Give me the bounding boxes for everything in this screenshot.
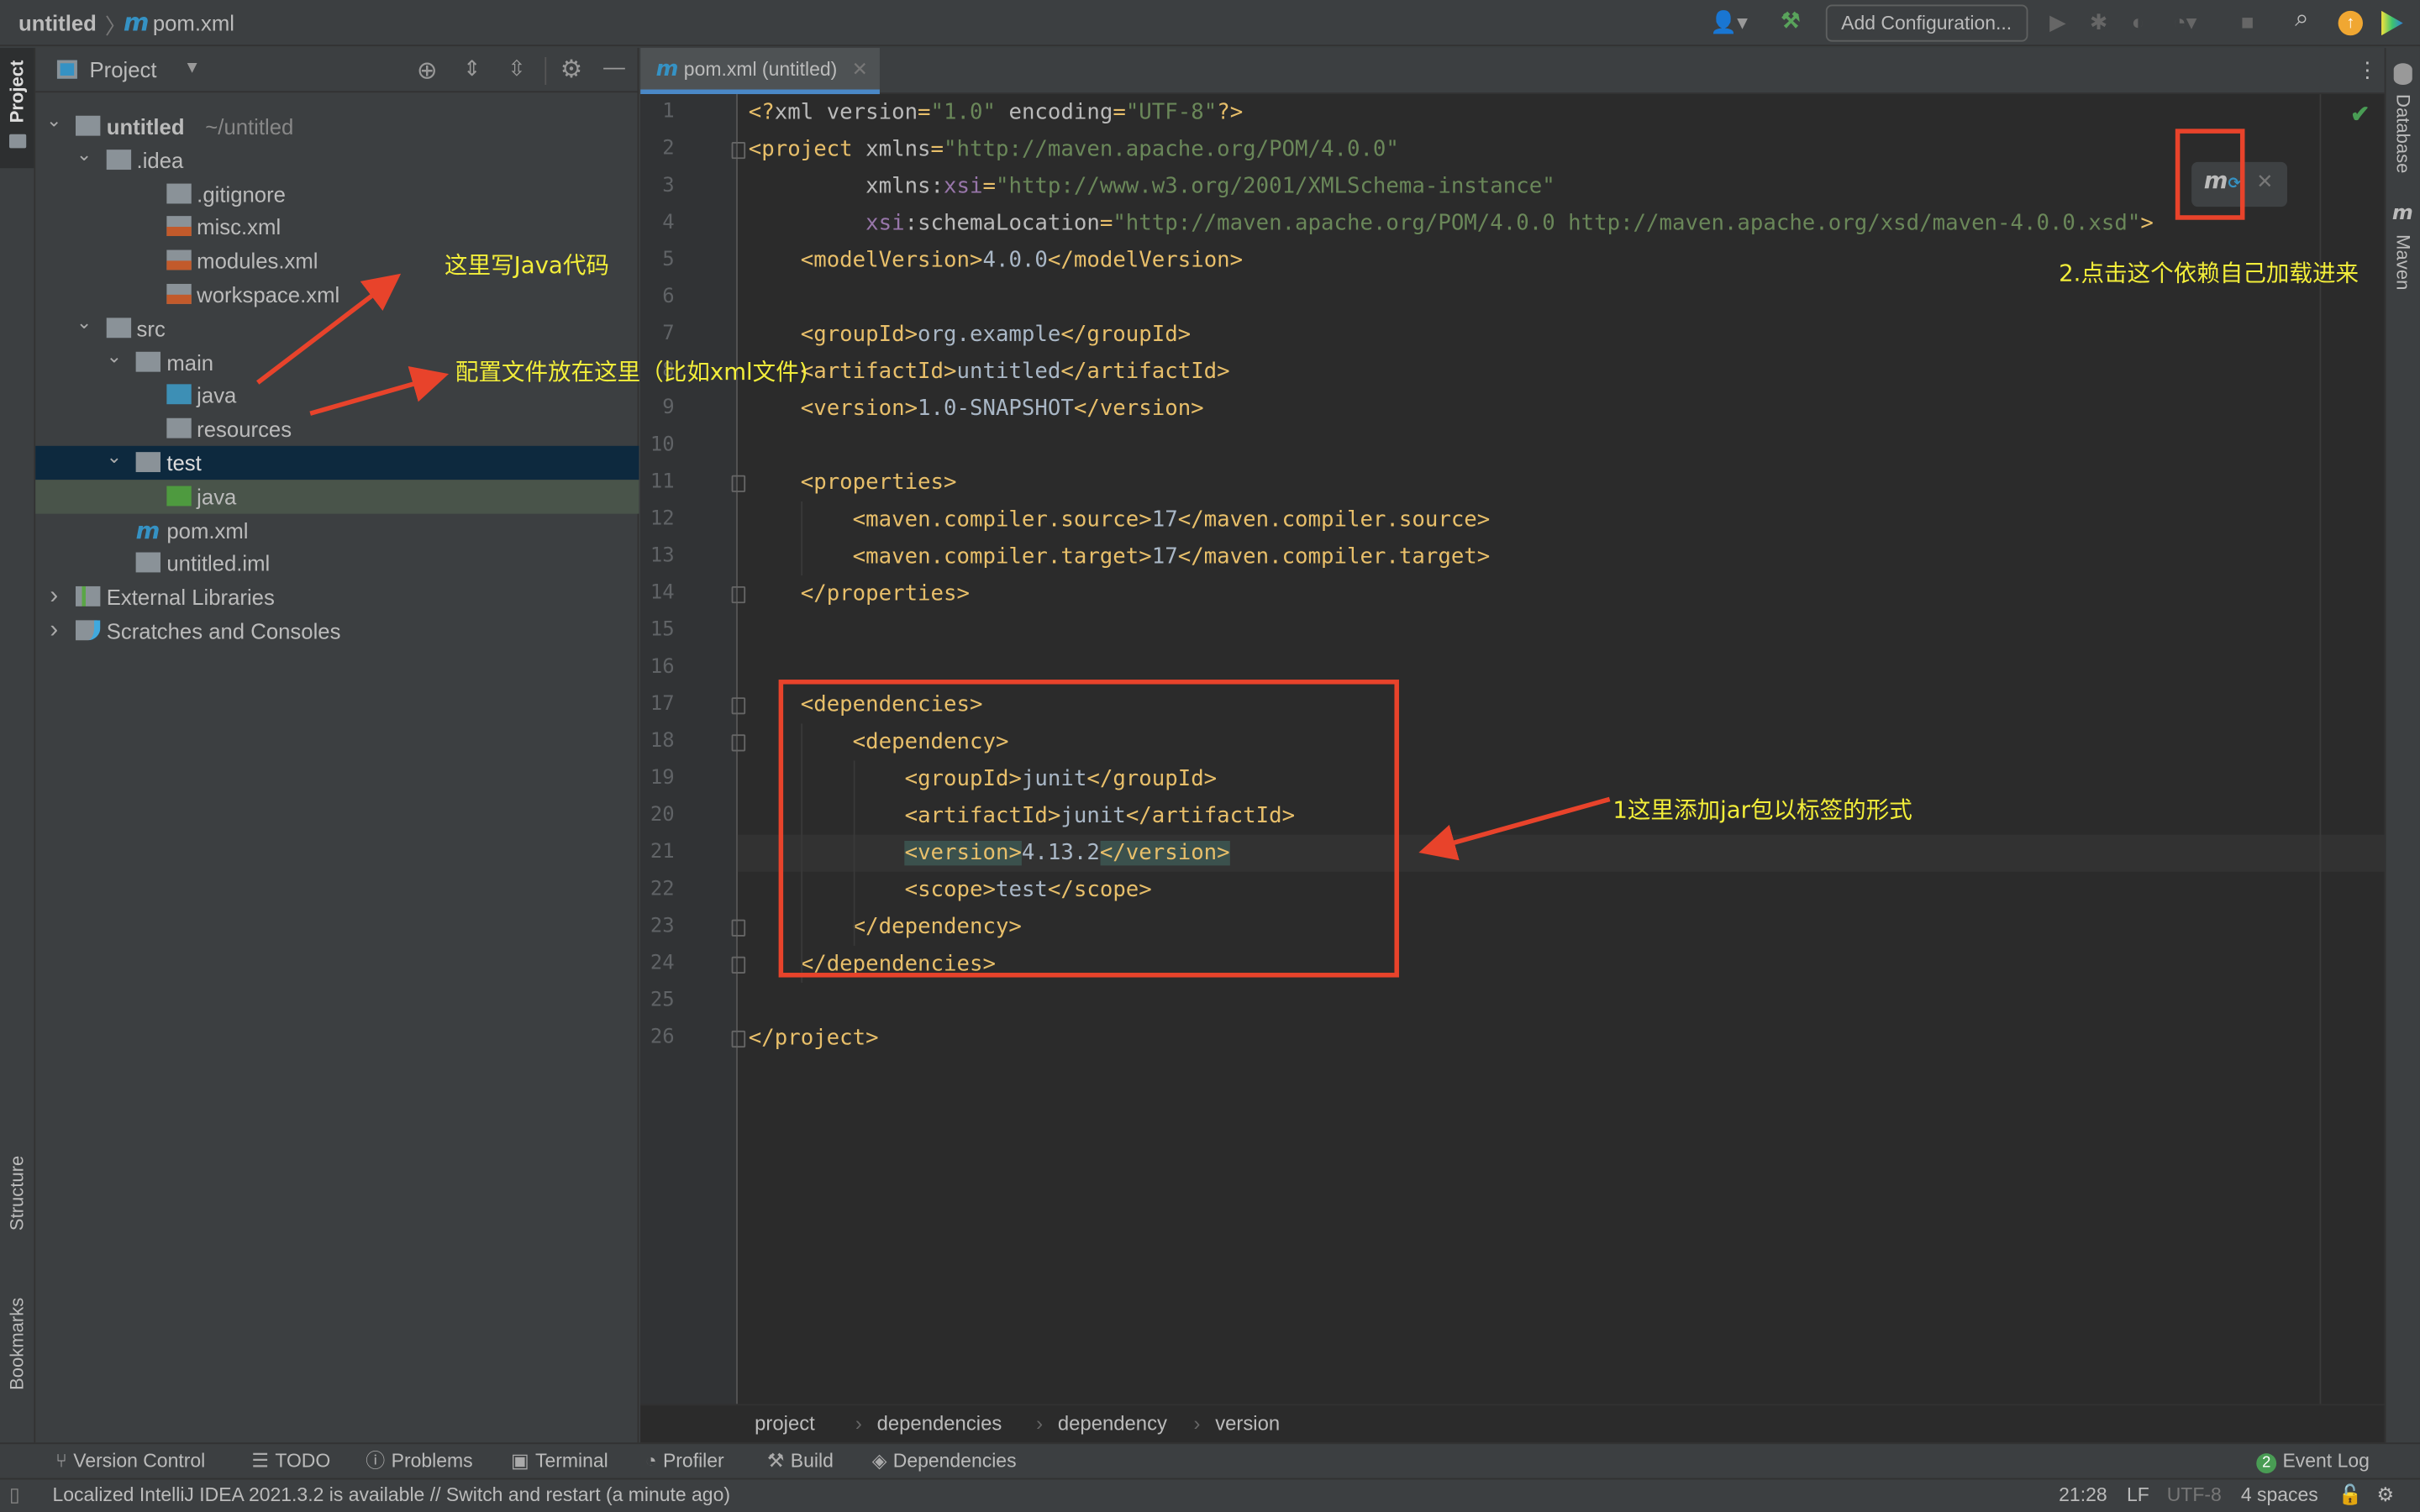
annotation-maven: 2.点击这个依赖自己加载进来 bbox=[2059, 259, 2360, 287]
annotation-dependency: 1这里添加jar包以标签的形式 bbox=[1612, 795, 1912, 824]
arrow-to-resources-note bbox=[309, 366, 450, 416]
maven-button-highlight-box bbox=[2175, 129, 2245, 220]
annotation-overlay bbox=[256, 129, 2245, 978]
arrow-to-dependency bbox=[1418, 796, 1611, 861]
dependencies-highlight-box bbox=[778, 680, 1399, 978]
annotation-resources: 配置文件放在这里（比如xml文件) bbox=[455, 358, 808, 386]
ide-window: untitled 〉 m pom.xml 👤▾ ⚒ Add Configurat… bbox=[0, 0, 2420, 1512]
arrow-to-java-note bbox=[256, 273, 402, 385]
annotation-java: 这里写Java代码 bbox=[444, 251, 609, 280]
